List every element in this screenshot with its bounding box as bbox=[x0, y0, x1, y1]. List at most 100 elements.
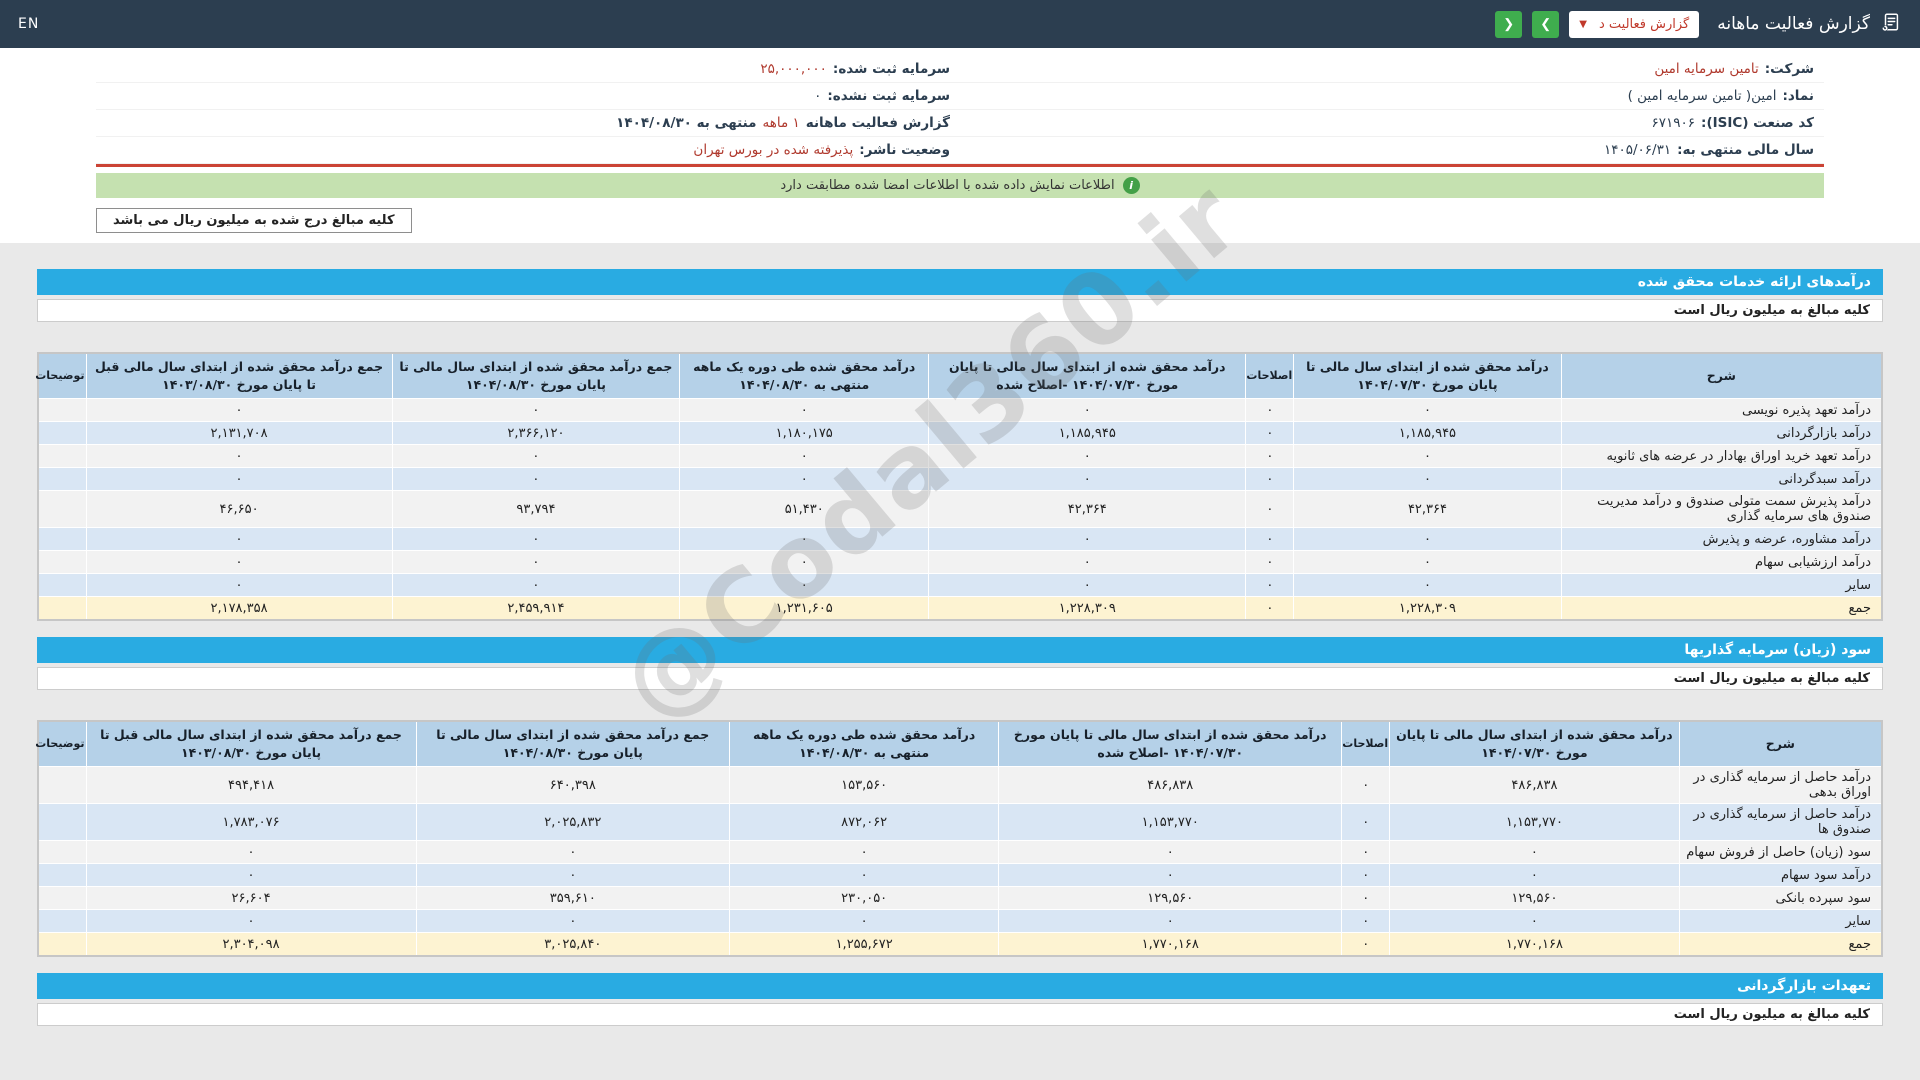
info-icon: i bbox=[1123, 177, 1140, 194]
cell-value: ۰ bbox=[1390, 910, 1680, 933]
column-header: اصلاحات bbox=[1342, 721, 1390, 767]
cell-value: ۲,۰۲۵,۸۳۲ bbox=[416, 804, 729, 841]
cell-value: ۱,۱۵۳,۷۷۰ bbox=[1390, 804, 1680, 841]
field-label: گزارش فعالیت ماهانه bbox=[806, 115, 950, 131]
field-value: پذیرفته شده در بورس تهران bbox=[693, 142, 853, 158]
column-header: توضیحات bbox=[38, 353, 86, 399]
cell-value: ۱,۲۳۱,۶۰۵ bbox=[680, 597, 929, 620]
cell-value: ۴۸۶,۸۳۸ bbox=[1390, 767, 1680, 804]
report-type-dropdown[interactable]: گزارش فعالیت د ▼ bbox=[1569, 11, 1699, 38]
cell-value: ۰ bbox=[392, 399, 680, 422]
registered-capital-field: سرمایه ثبت شده: ۲۵,۰۰۰,۰۰۰ bbox=[96, 56, 960, 82]
column-header: درآمد محقق شده از ابتدای سال مالی تا پای… bbox=[929, 353, 1246, 399]
cell-value: ۳,۰۲۵,۸۴۰ bbox=[416, 933, 729, 956]
cell-value: ۰ bbox=[1246, 574, 1294, 597]
row-label: سایر bbox=[1561, 574, 1882, 597]
cell-value: ۰ bbox=[1246, 551, 1294, 574]
info-row: سال مالی منتهی به: ۱۴۰۵/۰۶/۳۱ وضعیت ناشر… bbox=[96, 137, 1824, 164]
column-header: اصلاحات bbox=[1246, 353, 1294, 399]
field-label: نماد: bbox=[1782, 88, 1814, 104]
page-title: گزارش فعالیت ماهانه bbox=[1717, 14, 1870, 34]
signature-match-banner: i اطلاعات نمایش داده شده با اطلاعات امضا… bbox=[96, 173, 1824, 198]
investment-profit-table-container: شرحدرآمد محقق شده از ابتدای سال مالی تا … bbox=[37, 720, 1883, 957]
company-name-field: شرکت: تامین سرمایه امین bbox=[960, 56, 1824, 82]
total-row: جمع۱,۷۷۰,۱۶۸۰۱,۷۷۰,۱۶۸۱,۲۵۵,۶۷۲۳,۰۲۵,۸۴۰… bbox=[38, 933, 1882, 956]
table-header-row: شرحدرآمد محقق شده از ابتدای سال مالی تا … bbox=[38, 353, 1882, 399]
cell-value: ۰ bbox=[929, 574, 1246, 597]
cell-value bbox=[38, 468, 86, 491]
cell-value: ۰ bbox=[392, 574, 680, 597]
column-header: درآمد محقق شده از ابتدای سال مالی تا پای… bbox=[999, 721, 1342, 767]
cell-value: ۱,۱۵۳,۷۷۰ bbox=[999, 804, 1342, 841]
cell-value: ۰ bbox=[1390, 864, 1680, 887]
cell-value: ۱۵۳,۵۶۰ bbox=[730, 767, 999, 804]
cell-value: ۲,۳۶۶,۱۲۰ bbox=[392, 422, 680, 445]
table-row: درآمد بازارگردانی۱,۱۸۵,۹۴۵۰۱,۱۸۵,۹۴۵۱,۱۸… bbox=[38, 422, 1882, 445]
cell-value: ۰ bbox=[999, 864, 1342, 887]
table-row: سود سپرده بانکی۱۲۹,۵۶۰۰۱۲۹,۵۶۰۲۳۰,۰۵۰۳۵۹… bbox=[38, 887, 1882, 910]
signature-match-text: اطلاعات نمایش داده شده با اطلاعات امضا ش… bbox=[780, 178, 1114, 193]
row-label: درآمد مشاوره، عرضه و پذیرش bbox=[1561, 528, 1882, 551]
cell-value: ۰ bbox=[1342, 767, 1390, 804]
cell-value: ۰ bbox=[86, 399, 392, 422]
cell-value bbox=[38, 491, 86, 528]
symbol-field: نماد: امین( تامین سرمایه امین ) bbox=[960, 83, 1824, 109]
cell-value: ۰ bbox=[416, 910, 729, 933]
column-header: درآمد محقق شده از ابتدای سال مالی تا پای… bbox=[1294, 353, 1561, 399]
info-row: نماد: امین( تامین سرمایه امین ) سرمایه ث… bbox=[96, 83, 1824, 110]
row-label: درآمد حاصل از سرمایه گذاری در اوراق بدهی bbox=[1679, 767, 1882, 804]
row-label: درآمد سود سهام bbox=[1679, 864, 1882, 887]
cell-value: ۱,۲۲۸,۳۰۹ bbox=[929, 597, 1246, 620]
table-row: سایر۰۰۰۰۰۰ bbox=[38, 574, 1882, 597]
cell-value: ۶۴۰,۳۹۸ bbox=[416, 767, 729, 804]
column-header: درآمد محقق شده از ابتدای سال مالی تا پای… bbox=[1390, 721, 1680, 767]
cell-value: ۲,۴۵۹,۹۱۴ bbox=[392, 597, 680, 620]
nav-back-button[interactable]: ❮ bbox=[1495, 11, 1522, 38]
cell-value: ۰ bbox=[1342, 910, 1390, 933]
row-label: درآمد تعهد پذیره نویسی bbox=[1561, 399, 1882, 422]
column-header: توضیحات bbox=[38, 721, 86, 767]
table-row: درآمد سبدگردانی۰۰۰۰۰۰ bbox=[38, 468, 1882, 491]
cell-value: ۰ bbox=[929, 445, 1246, 468]
cell-value: ۰ bbox=[1246, 468, 1294, 491]
cell-value: ۴۸۶,۸۳۸ bbox=[999, 767, 1342, 804]
cell-value: ۱,۱۸۰,۱۷۵ bbox=[680, 422, 929, 445]
unit-note-box: کلیه مبالغ درج شده به میلیون ریال می باش… bbox=[96, 208, 412, 233]
nav-forward-button[interactable]: ❯ bbox=[1532, 11, 1559, 38]
cell-value: ۵۱,۴۳۰ bbox=[680, 491, 929, 528]
cell-value: ۰ bbox=[1294, 468, 1561, 491]
cell-value: ۰ bbox=[392, 468, 680, 491]
chevron-right-icon: ❯ bbox=[1540, 16, 1551, 32]
column-header: جمع درآمد محقق شده از ابتدای سال مالی قب… bbox=[86, 353, 392, 399]
field-value: تامین سرمایه امین bbox=[1654, 61, 1758, 77]
cell-value: ۰ bbox=[999, 910, 1342, 933]
cell-value: ۰ bbox=[86, 551, 392, 574]
language-toggle[interactable]: EN bbox=[18, 16, 39, 32]
table-row: درآمد سود سهام۰۰۰۰۰۰ bbox=[38, 864, 1882, 887]
cell-value: ۰ bbox=[929, 528, 1246, 551]
section-header-investment-profit: سود (زیان) سرمایه گذاریها bbox=[37, 637, 1883, 663]
cell-value: ۰ bbox=[86, 445, 392, 468]
report-period-field: گزارش فعالیت ماهانه ۱ ماهه منتهی به ۱۴۰۴… bbox=[96, 110, 960, 136]
table-row: درآمد حاصل از سرمایه گذاری در صندوق ها۱,… bbox=[38, 804, 1882, 841]
cell-value bbox=[38, 422, 86, 445]
company-info-grid: شرکت: تامین سرمایه امین سرمایه ثبت شده: … bbox=[96, 56, 1824, 164]
table-row: درآمد تعهد پذیره نویسی۰۰۰۰۰۰ bbox=[38, 399, 1882, 422]
chevron-left-icon: ❮ bbox=[1503, 16, 1514, 32]
company-info-section: شرکت: تامین سرمایه امین سرمایه ثبت شده: … bbox=[0, 48, 1920, 167]
cell-value: ۳۵۹,۶۱۰ bbox=[416, 887, 729, 910]
table-row: درآمد تعهد خرید اوراق بهادار در عرضه های… bbox=[38, 445, 1882, 468]
cell-value: ۰ bbox=[730, 841, 999, 864]
cell-value: ۱,۷۸۳,۰۷۶ bbox=[86, 804, 416, 841]
cell-value: ۰ bbox=[1294, 574, 1561, 597]
section-services-income: درآمدهای ارائه خدمات محقق شده کلیه مبالغ… bbox=[37, 269, 1883, 621]
column-header: جمع درآمد محقق شده از ابتدای سال مالی تا… bbox=[392, 353, 680, 399]
cell-value bbox=[38, 767, 86, 804]
column-header: درآمد محقق شده طی دوره یک ماهه منتهی به … bbox=[680, 353, 929, 399]
total-row: جمع۱,۲۲۸,۳۰۹۰۱,۲۲۸,۳۰۹۱,۲۳۱,۶۰۵۲,۴۵۹,۹۱۴… bbox=[38, 597, 1882, 620]
row-label: درآمد پذیرش سمت متولی صندوق و درآمد مدیر… bbox=[1561, 491, 1882, 528]
info-row: کد صنعت (ISIC): ۶۷۱۹۰۶ گزارش فعالیت ماها… bbox=[96, 110, 1824, 137]
table-row: درآمد ارزشیابی سهام۰۰۰۰۰۰ bbox=[38, 551, 1882, 574]
table-row: درآمد مشاوره، عرضه و پذیرش۰۰۰۰۰۰ bbox=[38, 528, 1882, 551]
cell-value: ۰ bbox=[680, 574, 929, 597]
